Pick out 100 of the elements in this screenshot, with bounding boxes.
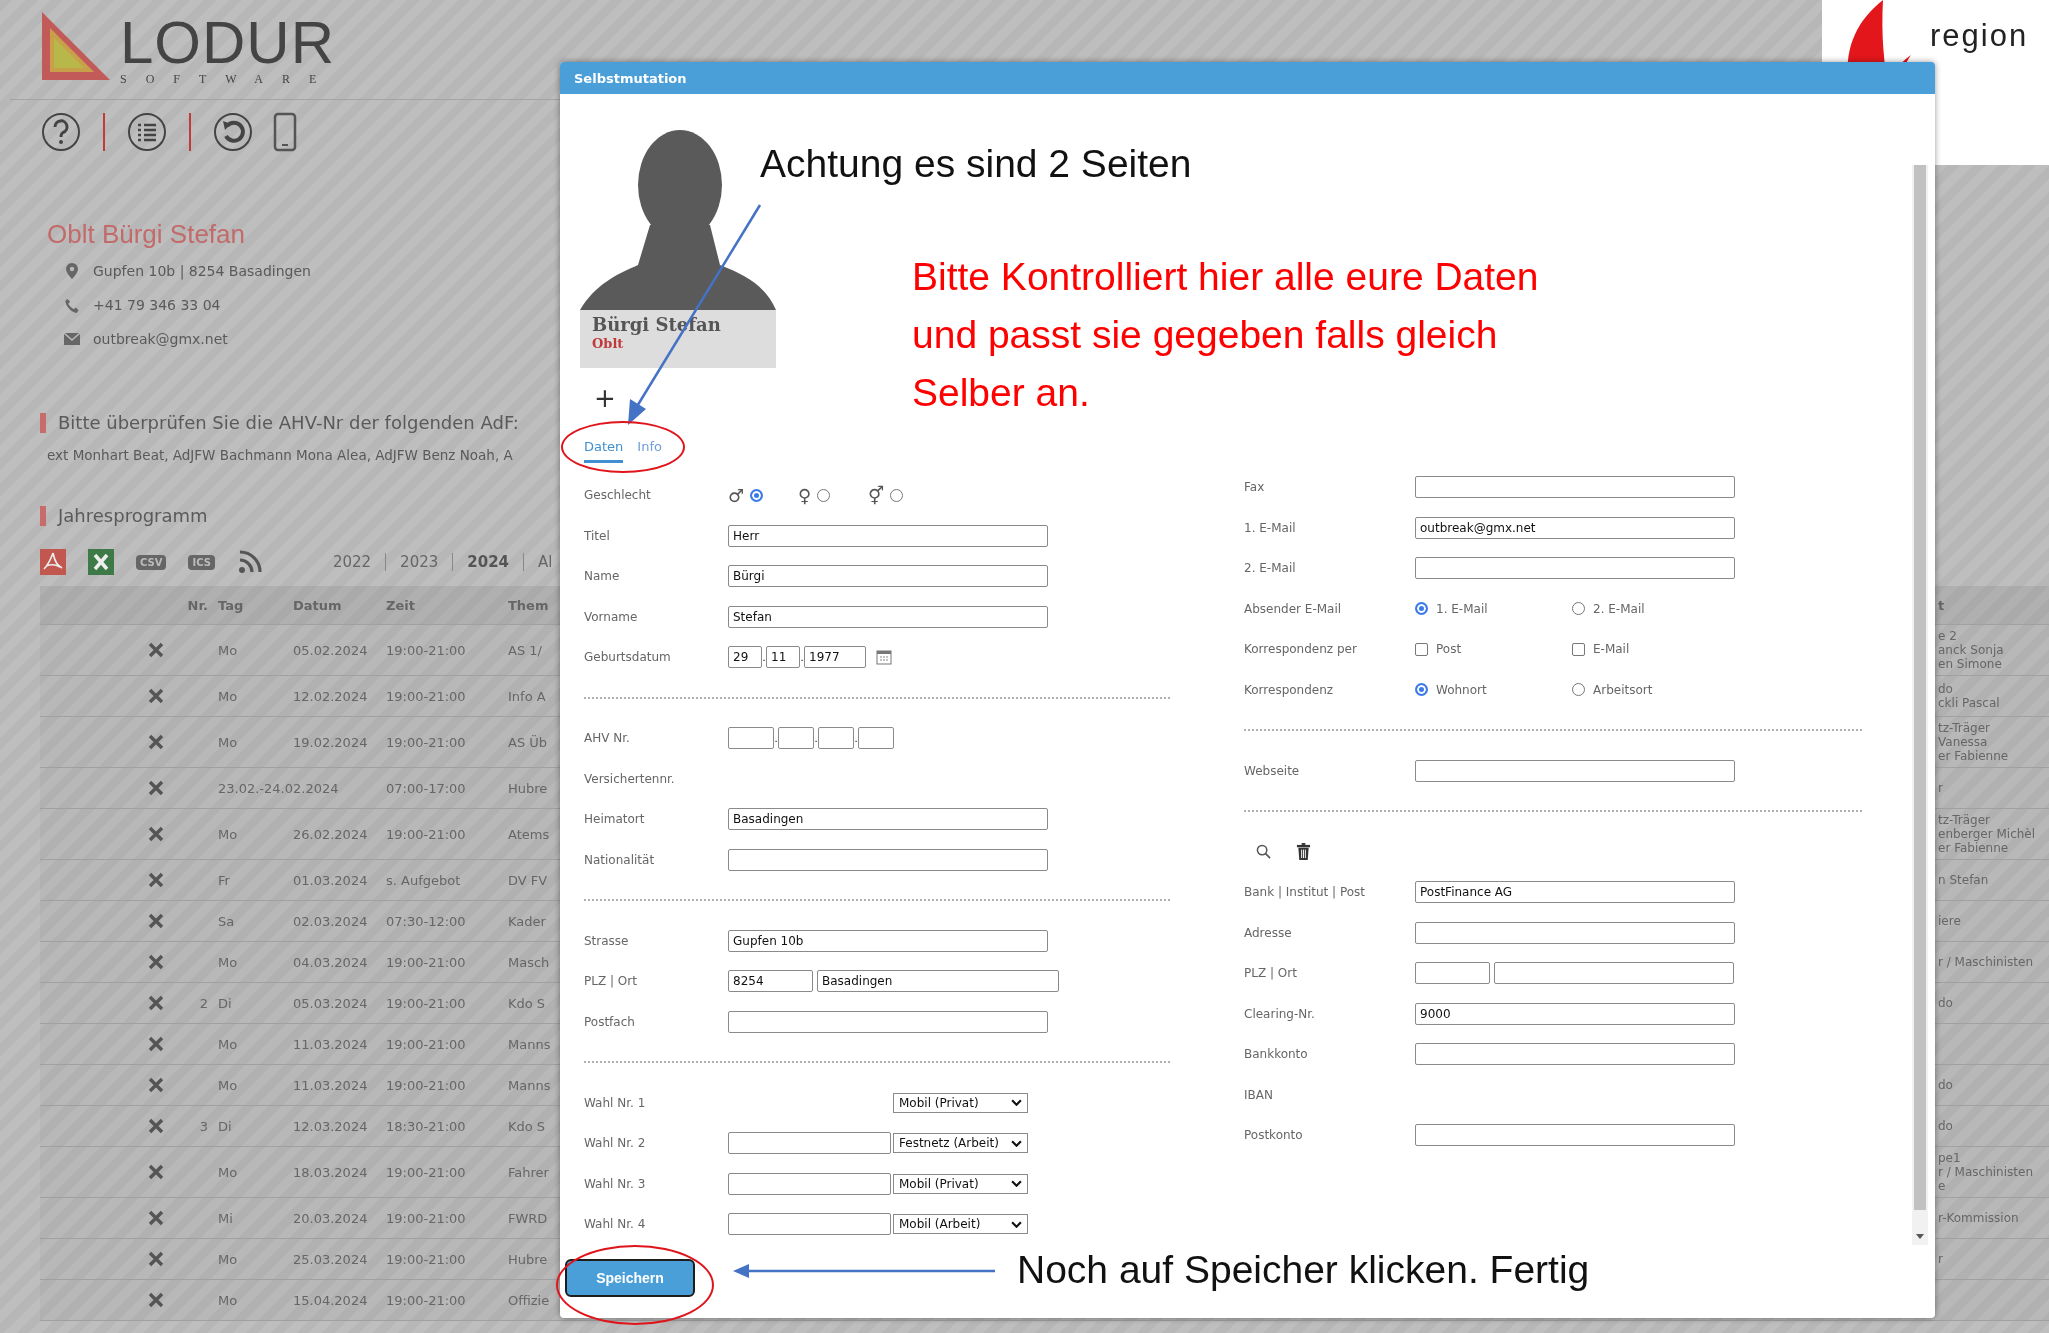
- annotation-heading: Achtung es sind 2 Seiten: [760, 142, 1192, 186]
- cross-icon[interactable]: [148, 688, 164, 704]
- cross-icon[interactable]: [148, 734, 164, 750]
- table-cell: 15.04.2024: [293, 1292, 368, 1308]
- cross-icon[interactable]: [148, 826, 164, 842]
- ahv-field[interactable]: [858, 727, 894, 750]
- radio-button[interactable]: [1572, 602, 1585, 616]
- radio-button[interactable]: [750, 488, 764, 502]
- table-cell: s. Aufgebot: [386, 872, 461, 888]
- cross-icon[interactable]: [148, 872, 164, 888]
- cross-icon[interactable]: [148, 913, 164, 929]
- type-dropdown[interactable]: Mobil (Privat): [893, 1092, 1028, 1113]
- envelope-icon: [63, 333, 81, 345]
- notice-text: ext Monhart Beat, AdJFW Bachmann Mona Alea, AdJFW Benz Noah, A: [47, 447, 513, 463]
- field-label: Bank | Institut | Post: [1244, 885, 1367, 900]
- cross-icon[interactable]: [148, 780, 164, 796]
- radio-button[interactable]: [817, 488, 831, 502]
- refresh-icon[interactable]: [213, 112, 253, 152]
- checkbox[interactable]: [1572, 642, 1585, 656]
- cross-icon[interactable]: [148, 642, 164, 658]
- radio-button[interactable]: [1572, 683, 1585, 697]
- date-field[interactable]: 11: [766, 646, 800, 669]
- text-field[interactable]: [1415, 557, 1735, 580]
- type-dropdown[interactable]: Festnetz (Arbeit): [893, 1133, 1028, 1154]
- ahv-field[interactable]: [818, 727, 854, 750]
- table-cell: 11.03.2024: [293, 1077, 368, 1093]
- checkbox[interactable]: [1415, 642, 1428, 656]
- text-field[interactable]: Herr: [728, 524, 1048, 547]
- option-label: Wohnort: [1436, 682, 1487, 697]
- logo-wordmark: LODUR: [120, 13, 336, 72]
- text-field[interactable]: outbreak@gmx.net: [1415, 516, 1735, 539]
- calendar-icon[interactable]: [876, 649, 892, 666]
- table-cell: Kdo S: [508, 995, 546, 1011]
- tab[interactable]: Daten: [584, 433, 624, 463]
- table-cell: Mo: [218, 954, 238, 970]
- text-field[interactable]: 9000: [1415, 1002, 1735, 1025]
- year-link[interactable]: 2024: [452, 553, 524, 571]
- text-field[interactable]: Stefan: [728, 605, 1048, 628]
- option-label: Arbeitsort: [1593, 682, 1653, 697]
- pdf-export-icon[interactable]: [40, 549, 66, 575]
- cross-icon[interactable]: [148, 1210, 164, 1226]
- table-cell-text: iere: [1938, 913, 1961, 930]
- table-cell: Mo: [218, 642, 238, 658]
- phone-handset-icon: [63, 297, 81, 313]
- column-header: Datum: [293, 597, 343, 613]
- cross-icon[interactable]: [148, 995, 164, 1011]
- text-field[interactable]: Gupfen 10b: [728, 929, 1048, 952]
- field-label: Wahl Nr. 4: [584, 1217, 647, 1232]
- phone-field[interactable]: [728, 1213, 891, 1236]
- rss-icon[interactable]: [236, 549, 263, 575]
- cross-icon[interactable]: [148, 1036, 164, 1052]
- text-field[interactable]: [1415, 1043, 1735, 1066]
- postcode-field[interactable]: [1415, 962, 1490, 985]
- trash-icon[interactable]: [1296, 843, 1311, 861]
- text-field[interactable]: Basadingen: [728, 808, 1048, 831]
- cross-icon[interactable]: [148, 1292, 164, 1308]
- text-field[interactable]: PostFinance AG: [1415, 881, 1735, 904]
- table-cell: 3: [199, 1118, 208, 1134]
- cross-icon[interactable]: [148, 1164, 164, 1180]
- cross-icon[interactable]: [148, 1251, 164, 1267]
- phone-field[interactable]: [728, 1132, 891, 1155]
- type-dropdown[interactable]: Mobil (Arbeit): [893, 1214, 1028, 1235]
- cross-icon[interactable]: [148, 1077, 164, 1093]
- radio-button[interactable]: [890, 488, 904, 502]
- postcode-field[interactable]: 8254: [728, 970, 813, 993]
- table-cell: 19:00-21:00: [386, 1036, 466, 1052]
- text-field[interactable]: [728, 1010, 1048, 1033]
- city-field[interactable]: Basadingen: [817, 970, 1059, 993]
- radio-button[interactable]: [1415, 683, 1428, 697]
- add-button[interactable]: +: [588, 384, 622, 412]
- scrollbar[interactable]: [1912, 165, 1928, 1245]
- help-icon[interactable]: [41, 112, 81, 152]
- ahv-field[interactable]: [728, 727, 774, 750]
- phone-field[interactable]: [728, 1172, 891, 1195]
- date-field[interactable]: 29: [728, 646, 762, 669]
- phone-icon[interactable]: [273, 112, 297, 152]
- spreadsheet-export-icon[interactable]: [88, 549, 114, 575]
- logo-text: region: [1930, 18, 2029, 54]
- radio-button[interactable]: [1415, 602, 1428, 616]
- text-field[interactable]: [1415, 476, 1735, 499]
- city-field[interactable]: [1494, 962, 1734, 985]
- cross-icon[interactable]: [148, 954, 164, 970]
- field-label: Heimatort: [584, 812, 646, 827]
- table-cell: Mo: [218, 1251, 238, 1267]
- text-field[interactable]: [1415, 1124, 1735, 1147]
- list-icon[interactable]: [127, 112, 167, 152]
- text-field[interactable]: [728, 848, 1048, 871]
- type-dropdown[interactable]: Mobil (Privat): [893, 1173, 1028, 1194]
- chevron-down-icon: [1011, 1220, 1022, 1228]
- text-field[interactable]: [1415, 921, 1735, 944]
- text-field[interactable]: Bürgi: [728, 565, 1048, 588]
- table-cell: Mo: [218, 1164, 238, 1180]
- scroll-down-arrow-icon[interactable]: [1916, 1234, 1924, 1239]
- search-icon[interactable]: [1256, 844, 1271, 860]
- column-header: Tag: [218, 597, 245, 613]
- profile-email[interactable]: outbreak@gmx.net: [93, 331, 228, 347]
- cross-icon[interactable]: [148, 1118, 164, 1134]
- text-field[interactable]: [1415, 759, 1735, 782]
- date-field[interactable]: 1977: [804, 646, 866, 669]
- ahv-field[interactable]: [778, 727, 814, 750]
